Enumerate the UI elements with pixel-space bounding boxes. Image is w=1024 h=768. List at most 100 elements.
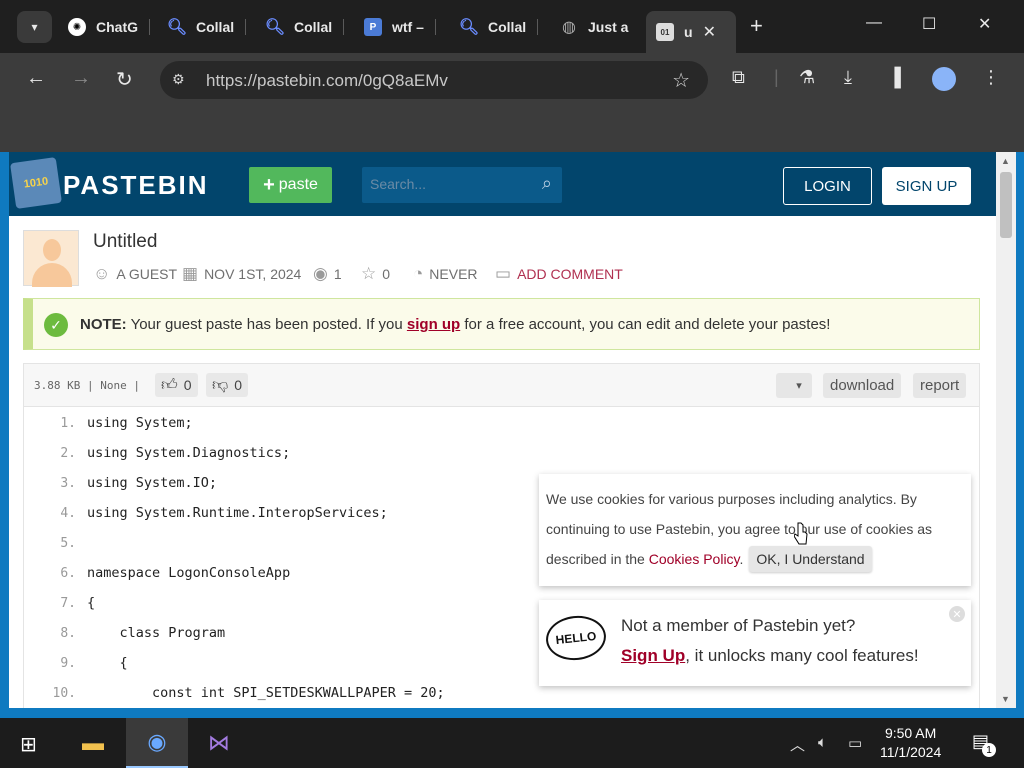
chrome-icon[interactable]: ◉	[126, 718, 188, 768]
file-explorer-icon[interactable]: ▬	[62, 718, 124, 768]
eye-icon: ◉	[313, 264, 328, 283]
code-line: 2. using System.Diagnostics;	[60, 445, 291, 461]
back-arrow-icon[interactable]: ←	[26, 67, 46, 90]
scroll-down-icon[interactable]: ▼	[1001, 694, 1010, 704]
system-clock[interactable]: 9:50 AM 11/1/2024	[880, 724, 941, 762]
notice-text-after: for a free account, you can edit and del…	[460, 316, 831, 333]
tab-chatgpt[interactable]: ✺ ChatG	[68, 11, 150, 43]
scroll-up-icon[interactable]: ▲	[1001, 156, 1010, 166]
notice-signup-link[interactable]: sign up	[407, 316, 460, 333]
bookmark-star-icon[interactable]: ☆	[672, 68, 690, 93]
pastebin-p-icon: P	[364, 18, 382, 36]
page-viewport: 1010 PASTEBIN + paste ⌕ LOGIN SIGN UP Un…	[9, 152, 996, 708]
add-comment-link[interactable]: ▭ ADD COMMENT	[495, 264, 623, 284]
profile-avatar-icon[interactable]	[932, 67, 956, 91]
plus-icon: +	[263, 173, 275, 196]
cookie-ok-button[interactable]: OK, I Understand	[749, 546, 872, 572]
timer-icon: ◔	[413, 264, 424, 283]
chevron-down-icon: ▾	[796, 380, 802, 392]
thumbs-up-icon: 👍︎	[161, 376, 178, 394]
tab-wtf[interactable]: P wtf –	[364, 11, 436, 43]
likes-count: 0	[183, 377, 192, 393]
mouse-cursor-icon	[794, 522, 808, 545]
avatar[interactable]	[23, 230, 79, 287]
labs-flask-icon[interactable]: ⚗	[799, 67, 815, 88]
tab-label: Collal	[294, 19, 333, 35]
new-paste-button[interactable]: + paste	[249, 167, 332, 203]
date-label: NOV 1ST, 2024	[204, 266, 302, 282]
paste-label: paste	[278, 176, 318, 193]
expiry-label: NEVER	[429, 266, 478, 282]
notice-text: NOTE: Your guest paste has been posted. …	[80, 316, 830, 333]
search-icon[interactable]: ⌕	[542, 173, 552, 194]
address-bar[interactable]: ⚙ https://pastebin.com/0gQ8aEMv ☆	[160, 61, 708, 99]
comment-icon: ▭	[495, 264, 512, 283]
thumbs-down-icon: 👎︎	[212, 376, 229, 394]
signup-button[interactable]: SIGN UP	[882, 167, 971, 205]
search-input[interactable]	[370, 176, 520, 192]
close-icon[interactable]: ✕	[949, 606, 965, 622]
options-dropdown[interactable]: ▾	[776, 373, 812, 398]
dislike-button[interactable]: 👎︎ 0	[206, 373, 249, 397]
paste-stars: ☆ 0	[361, 264, 390, 284]
maximize-icon[interactable]: ☐	[922, 14, 936, 34]
tab-collab-1[interactable]: 🔍︎ Collal	[166, 11, 247, 43]
search-icon: 🔍︎	[458, 19, 480, 36]
new-tab-button[interactable]: +	[750, 13, 763, 39]
reload-icon[interactable]: ↻	[116, 67, 133, 92]
page-title: Untitled	[93, 231, 158, 252]
close-window-icon[interactable]: ✕	[978, 14, 991, 34]
tab-label: Just a	[588, 19, 629, 35]
forward-arrow-icon[interactable]: →	[71, 67, 91, 90]
close-icon[interactable]: ✕	[703, 22, 716, 42]
pastebin-logo-icon[interactable]: 1010	[10, 157, 62, 209]
tab-label: Collal	[196, 19, 235, 35]
scroll-thumb[interactable]	[1000, 172, 1012, 238]
notification-badge: 1	[982, 743, 996, 757]
download-icon[interactable]: ⤓	[844, 67, 852, 88]
toolbar-divider: |	[774, 67, 779, 87]
notice-text-before: Your guest paste has been posted. If you	[126, 316, 407, 333]
cookie-text: We use cookies for various purposes incl…	[546, 484, 966, 574]
menu-kebab-icon[interactable]: ⋮	[982, 67, 1000, 88]
login-button[interactable]: LOGIN	[783, 167, 872, 205]
paste-info: 3.88 KB | None |	[34, 379, 140, 392]
search-icon: 🔍︎	[166, 19, 188, 36]
tab-search-button[interactable]: ▾	[17, 11, 52, 43]
pastebin-icon: 01	[656, 23, 674, 41]
page-scrollbar[interactable]: ▲ ▼	[996, 152, 1016, 708]
download-button[interactable]: download	[823, 373, 902, 398]
cookies-policy-link[interactable]: Cookies Policy	[649, 551, 740, 567]
like-button[interactable]: 👍︎ 0	[155, 373, 198, 397]
tab-collab-3[interactable]: 🔍︎ Collal	[458, 11, 539, 43]
site-brand[interactable]: PASTEBIN	[63, 170, 209, 201]
url-text[interactable]: https://pastebin.com/0gQ8aEMv	[206, 71, 448, 91]
code-toolbar: 3.88 KB | None | 👍︎ 0 👎︎ 0 ▾ download re…	[24, 364, 979, 407]
site-settings-icon[interactable]: ⚙	[172, 71, 185, 88]
paste-expiry: ◔ NEVER	[413, 264, 478, 284]
minimize-icon[interactable]: —	[866, 14, 882, 32]
visual-studio-icon[interactable]: ⋈	[188, 718, 250, 768]
volume-icon[interactable]: 🔈︎	[818, 734, 827, 751]
promo-signup-link[interactable]: Sign Up	[621, 646, 685, 665]
signup-promo: HELLO Not a member of Pastebin yet? Sign…	[539, 600, 971, 686]
calendar-icon: ▦	[182, 264, 199, 283]
tab-pastebin-active[interactable]: 01 u ✕	[646, 11, 736, 53]
site-search: ⌕	[362, 167, 562, 203]
tab-collab-2[interactable]: 🔍︎ Collal	[265, 11, 345, 43]
report-button[interactable]: report	[913, 373, 967, 398]
clock-time: 9:50 AM	[884, 725, 937, 741]
tab-label: Collal	[488, 19, 527, 35]
network-icon[interactable]: ▭	[848, 734, 862, 752]
tab-just-a[interactable]: ◍ Just a	[560, 11, 628, 43]
extensions-icon[interactable]: ⧉	[732, 67, 745, 88]
notifications-icon[interactable]: ▤ 1	[972, 731, 996, 757]
side-panel-icon[interactable]: ▐	[888, 67, 901, 88]
cookie-banner: We use cookies for various purposes incl…	[539, 474, 971, 586]
windows-start-icon[interactable]: ⊞	[20, 732, 37, 757]
tab-label: wtf –	[392, 19, 424, 35]
paste-author[interactable]: ☺ A GUEST	[93, 264, 177, 284]
show-hidden-icons-icon[interactable]: ︿	[790, 734, 805, 755]
dislikes-count: 0	[234, 377, 243, 393]
tab-label: ChatG	[96, 19, 138, 35]
